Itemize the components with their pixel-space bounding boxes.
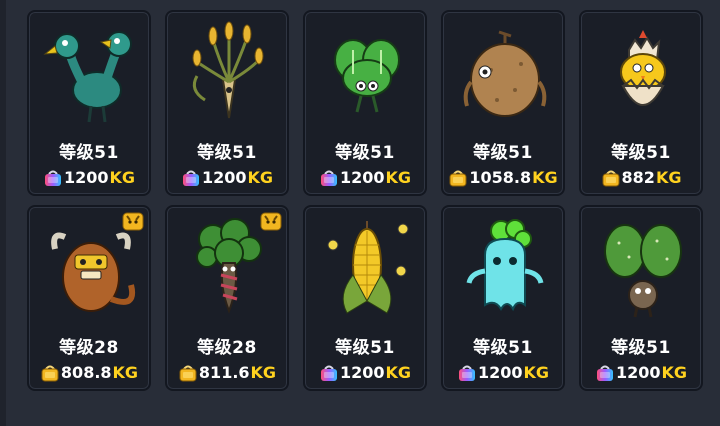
- weight-row: 811.6 KG: [167, 363, 287, 382]
- cactus-creature-icon: [604, 224, 682, 318]
- weight-value: 1058.8: [469, 168, 532, 187]
- level-label: 等级51: [335, 338, 395, 358]
- creature-card[interactable]: 等级51 1200 KG: [579, 205, 703, 391]
- weight-value: 811.6: [198, 363, 250, 382]
- rainbow-bag-icon: [320, 170, 337, 186]
- creature-card[interactable]: 等级51 1200 KG: [441, 205, 565, 391]
- creature-card[interactable]: 等级28 811.6 KG: [165, 205, 289, 391]
- gold-bag-icon: [602, 170, 620, 186]
- rainbow-bag-icon: [596, 365, 613, 381]
- level-label: 等级28: [197, 338, 257, 358]
- weight-row: 1058.8 KG: [443, 168, 563, 187]
- level-label: 等级51: [473, 338, 533, 358]
- weight-value: 1200: [63, 168, 109, 187]
- gold-bag-icon: [41, 365, 59, 381]
- ghost-creature-icon: [466, 219, 544, 312]
- weight-value: 1200: [477, 363, 523, 382]
- weight-unit: KG: [661, 363, 688, 382]
- level-label: 等级51: [335, 143, 395, 163]
- creature-card[interactable]: 等级51 1058.8 KG: [441, 10, 565, 196]
- weight-row: 1200 KG: [443, 363, 563, 382]
- weight-unit: KG: [109, 168, 136, 187]
- creature-card[interactable]: 等级51 1200 KG: [303, 205, 427, 391]
- weight-unit: KG: [385, 363, 412, 382]
- creature-card[interactable]: 等级51 1200 KG: [27, 10, 151, 196]
- weight-unit: KG: [385, 168, 412, 187]
- weight-unit: KG: [655, 168, 682, 187]
- weight-value: 882: [621, 168, 655, 187]
- weight-row: 1200 KG: [167, 168, 287, 187]
- weight-unit: KG: [523, 363, 550, 382]
- weight-row: 1200 KG: [29, 168, 149, 187]
- hatching-chick-icon: [620, 30, 666, 106]
- rainbow-bag-icon: [182, 170, 199, 186]
- broccoli-tree-icon: [196, 218, 262, 314]
- rainbow-bag-icon: [44, 170, 61, 186]
- weight-row: 1200 KG: [305, 168, 425, 187]
- weight-value: 1200: [339, 363, 385, 382]
- weight-unit: KG: [532, 168, 558, 187]
- two-headed-bird-icon: [43, 31, 132, 123]
- weight-unit: KG: [250, 363, 277, 382]
- gold-bag-icon: [449, 170, 467, 186]
- potato-creature-icon: [463, 30, 547, 117]
- wheat-creature-icon: [192, 21, 264, 119]
- weight-value: 1200: [201, 168, 247, 187]
- weight-row: 1200 KG: [581, 363, 701, 382]
- level-label: 等级51: [59, 143, 119, 163]
- lettuce-creature-icon: [334, 39, 400, 113]
- weight-row: 808.8 KG: [29, 363, 149, 382]
- corn-creature-icon: [327, 221, 409, 314]
- weight-row: 1200 KG: [305, 363, 425, 382]
- creature-card[interactable]: 等级51 1200 KG: [303, 10, 427, 196]
- gold-bag-icon: [179, 365, 197, 381]
- weight-unit: KG: [247, 168, 274, 187]
- weight-value: 808.8: [60, 363, 112, 382]
- level-label: 等级51: [473, 143, 533, 163]
- creature-grid: 等级51 1200 KG 等级51 1200 KG 等级51 1200 KG 等…: [27, 10, 703, 391]
- rainbow-bag-icon: [320, 365, 337, 381]
- left-panel-edge: [0, 0, 6, 426]
- creature-card[interactable]: 等级51 882 KG: [579, 10, 703, 196]
- weight-value: 1200: [615, 363, 661, 382]
- weight-row: 882 KG: [581, 168, 701, 187]
- level-label: 等级51: [197, 143, 257, 163]
- rainbow-bag-icon: [458, 365, 475, 381]
- weight-value: 1200: [339, 168, 385, 187]
- yak-creature-icon: [51, 232, 135, 312]
- weight-unit: KG: [112, 363, 139, 382]
- level-label: 等级51: [611, 143, 671, 163]
- creature-card[interactable]: 等级51 1200 KG: [165, 10, 289, 196]
- level-label: 等级51: [611, 338, 671, 358]
- level-label: 等级28: [59, 338, 119, 358]
- creature-card[interactable]: 等级28 808.8 KG: [27, 205, 151, 391]
